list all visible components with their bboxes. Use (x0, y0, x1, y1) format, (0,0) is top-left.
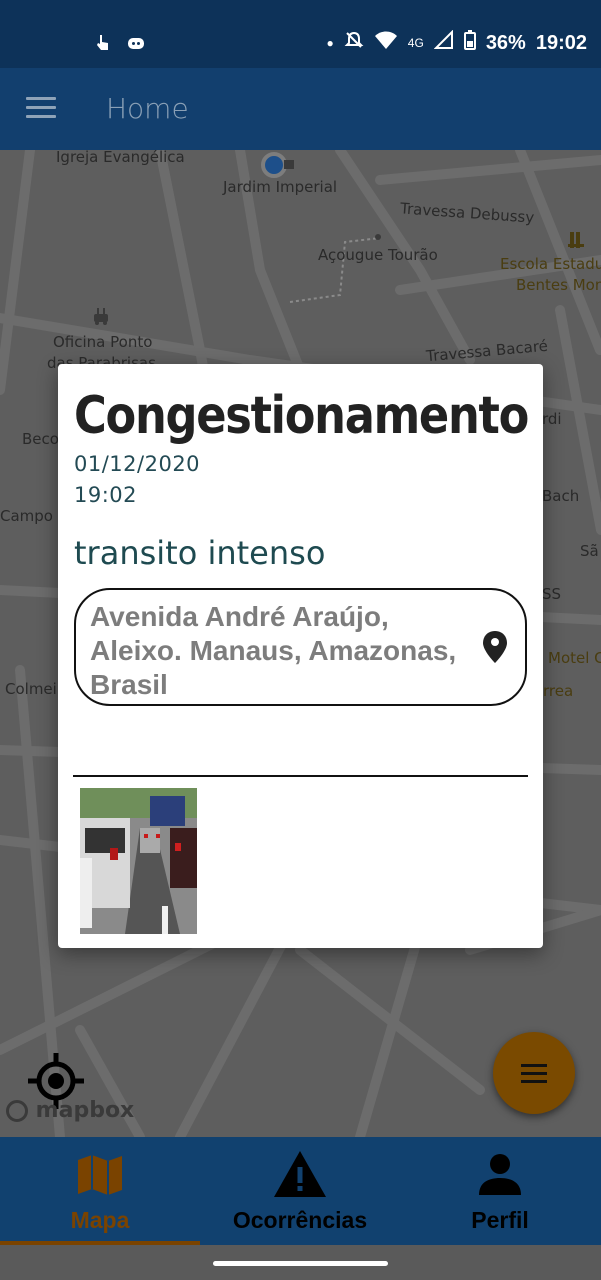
status-bar: ● 4G 36% 19:02 (0, 0, 601, 68)
fab-menu-button[interactable] (493, 1032, 575, 1114)
nav-label-ocorrencias: Ocorrências (232, 1207, 368, 1233)
bottom-navigation: Mapa Ocorrências Perfil (0, 1137, 601, 1245)
mapbox-attribution[interactable]: mapbox (6, 1098, 134, 1123)
location-pin-icon[interactable] (482, 630, 508, 664)
network-type: 4G (407, 36, 424, 50)
signal-icon (433, 29, 454, 56)
address-text: Avenida André Araújo, Aleixo. Manaus, Am… (90, 601, 457, 700)
map-label: Bach (542, 487, 580, 505)
occurrence-date: 01/12/2020 (74, 452, 201, 476)
mute-bell-icon (344, 30, 364, 56)
nav-label-mapa: Mapa (70, 1207, 130, 1233)
map-label: Igreja Evangélica (56, 150, 185, 166)
occurrence-time: 19:02 (74, 483, 138, 507)
occurrence-photo[interactable] (80, 788, 197, 934)
occurrence-modal: Congestionamento 01/12/2020 19:02 transi… (58, 364, 543, 948)
map-label: Jardim Imperial (223, 178, 338, 196)
discord-icon (126, 33, 146, 53)
map-label: SS (542, 585, 562, 603)
map-label: Beco (22, 430, 59, 448)
map-label: Sã (580, 542, 599, 560)
battery-icon (463, 30, 476, 56)
home-gesture-bar[interactable] (213, 1261, 388, 1266)
map-label: Bentes Mon (516, 276, 601, 294)
occurrence-title: Congestionamento (74, 386, 529, 446)
map-label: Oficina Ponto (53, 333, 153, 351)
map-icon (78, 1155, 122, 1200)
nav-label-perfil: Perfil (471, 1207, 529, 1233)
map-label: Açougue Tourão (318, 246, 438, 264)
warning-icon (274, 1151, 326, 1202)
map-label: rdi (542, 410, 562, 428)
map-label: Motel C (548, 649, 601, 667)
dot-icon: ● (326, 36, 334, 50)
clock: 19:02 (535, 31, 587, 54)
nav-item-ocorrencias[interactable]: Ocorrências (200, 1137, 400, 1245)
address-box[interactable]: Avenida André Araújo, Aleixo. Manaus, Am… (74, 588, 527, 706)
map-label: Escola Estadu (500, 255, 601, 273)
occurrence-description: transito intenso (74, 534, 326, 572)
wifi-icon (374, 30, 398, 56)
nav-item-mapa[interactable]: Mapa (0, 1137, 200, 1245)
divider (73, 775, 528, 777)
hamburger-menu-button[interactable] (26, 97, 56, 121)
map-label: Colmei (5, 680, 57, 698)
mapbox-logo-icon (6, 1100, 28, 1122)
person-icon (479, 1153, 521, 1200)
touch-icon (92, 33, 112, 53)
map-label: rrea (543, 682, 574, 700)
app-bar: Home (0, 68, 601, 150)
battery-percent: 36% (485, 31, 526, 54)
nav-item-perfil[interactable]: Perfil (400, 1137, 600, 1245)
page-title: Home (106, 92, 189, 125)
